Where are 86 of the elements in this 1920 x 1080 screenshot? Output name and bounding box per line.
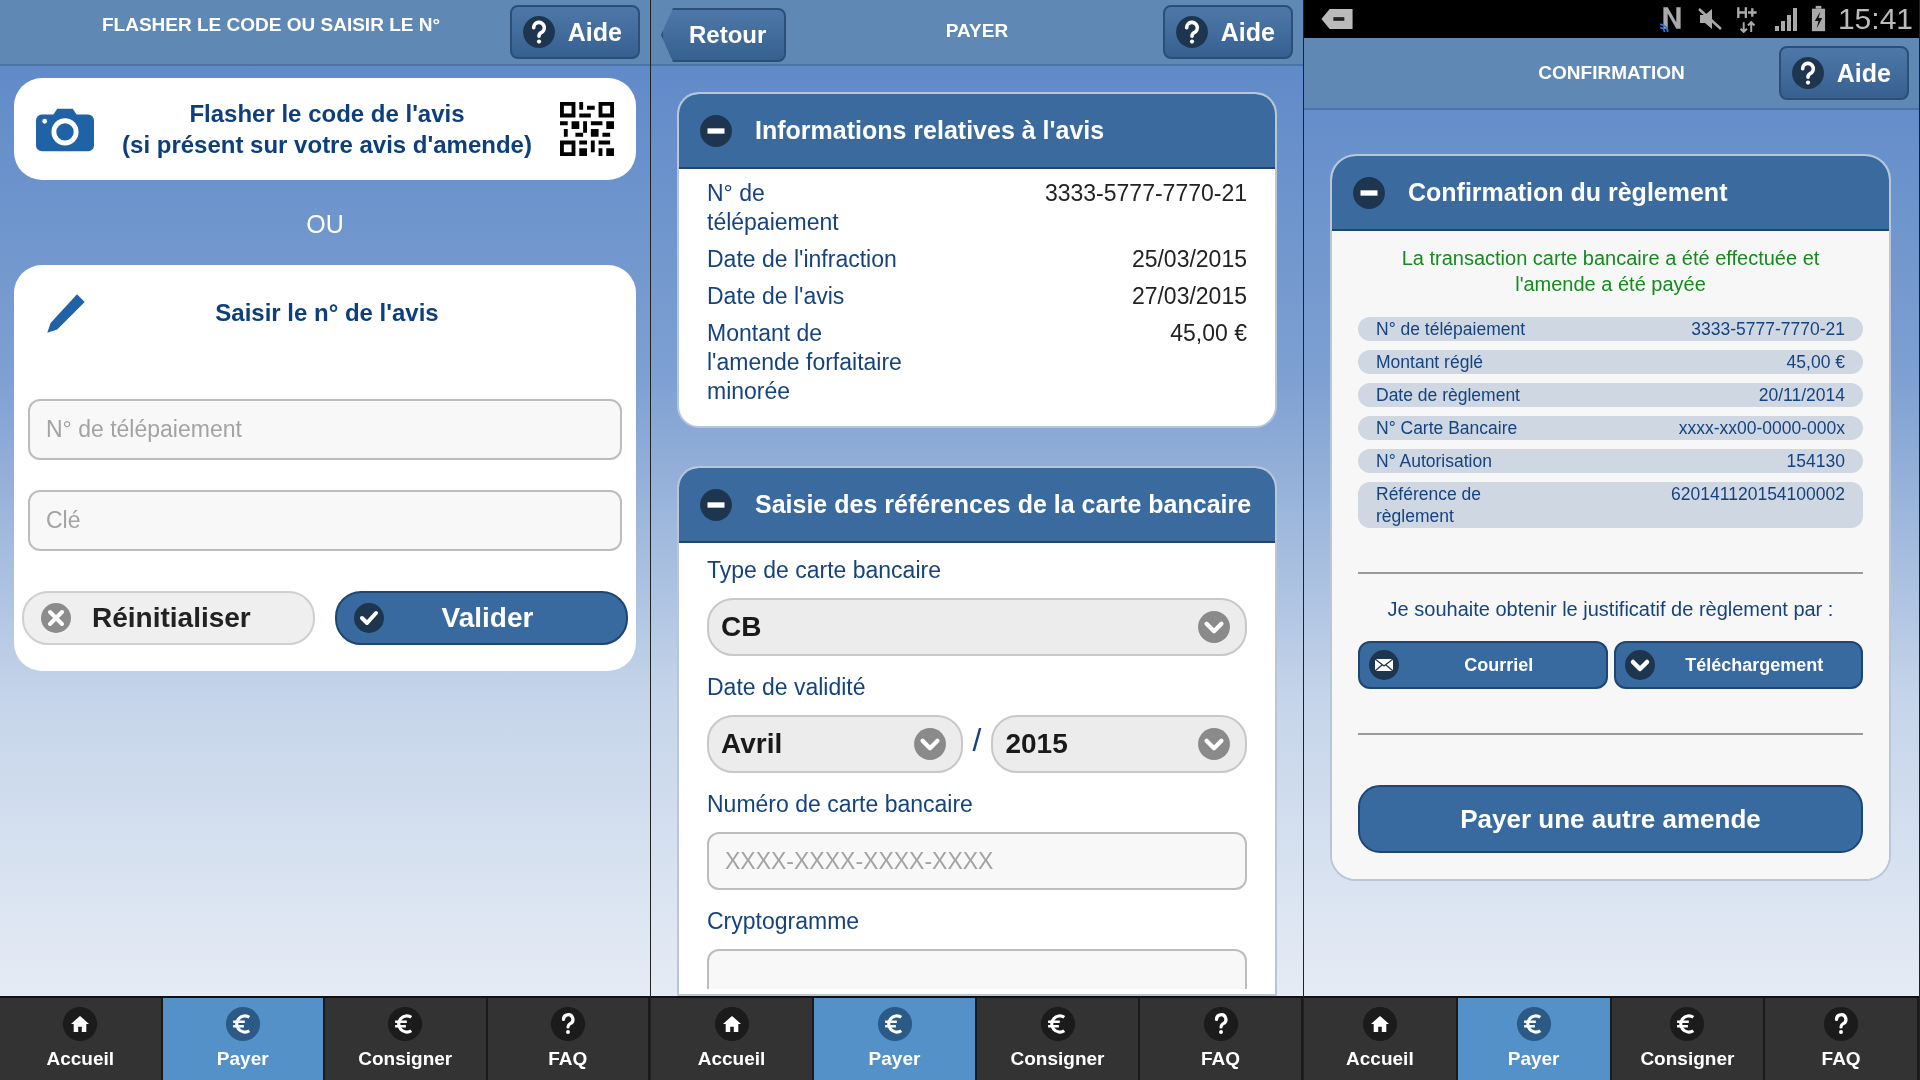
detail-label: Montant réglé <box>1376 351 1484 373</box>
detail-label: N° Autorisation <box>1376 450 1493 472</box>
clock: 15:41 <box>1837 2 1913 36</box>
detail-label: N° Carte Bancaire <box>1376 417 1519 439</box>
envelope-icon <box>1368 649 1400 681</box>
field-label: Numéro de carte bancaire <box>707 791 973 818</box>
back-icon <box>1320 8 1354 30</box>
help-icon <box>1823 1006 1860 1042</box>
collapse-icon[interactable] <box>699 487 733 522</box>
back-button[interactable]: Retour <box>661 8 787 62</box>
detail-label: Date de règlement <box>1376 384 1521 406</box>
info-value: 3333-5777-7770-21 <box>1044 179 1247 208</box>
help-icon <box>1790 56 1825 90</box>
prompt-text: Je souhaite obtenir le justificatif de règlement par : <box>1386 598 1835 621</box>
info-value: 27/03/2015 <box>1131 282 1247 311</box>
receipt-button[interactable]: Téléchargement <box>1613 641 1863 689</box>
help-button[interactable]: Aide <box>509 5 640 59</box>
input-field[interactable]: N° de télépaiement <box>28 399 622 460</box>
help-icon <box>549 1006 586 1042</box>
card-type-dropdown[interactable]: CB <box>707 598 1247 656</box>
detail-value: 45,00 € <box>1786 351 1845 373</box>
scan-subtitle: (si présent sur votre avis d'amende) <box>122 130 532 160</box>
scan-card[interactable]: Flasher le code de l'avis (si présent sur votre avis d'amende) <box>14 78 636 180</box>
mute-icon <box>1696 5 1723 33</box>
screen-title: CONFIRMATION <box>1538 62 1685 84</box>
scan-title: Flasher le code de l'avis <box>189 99 465 129</box>
field-label: Type de carte bancaire <box>707 557 941 584</box>
chevron-down-icon <box>1623 649 1656 681</box>
info-label: Montant de l'amende forfaitaire minorée <box>707 319 902 406</box>
collapse-icon[interactable] <box>1352 175 1386 210</box>
pay-another-button[interactable]: Payer une autre amende <box>1358 785 1863 853</box>
camera-icon <box>36 106 94 152</box>
euro-icon <box>1515 1006 1552 1042</box>
field-label: Cryptogramme <box>707 908 860 935</box>
receipt-button[interactable]: Courriel <box>1358 641 1608 689</box>
help-button[interactable]: Aide <box>1162 5 1293 59</box>
euro-icon <box>876 1006 913 1042</box>
separator-text: OU <box>306 210 344 239</box>
euro-icon <box>387 1006 424 1042</box>
screen-title: PAYER <box>945 20 1009 42</box>
card-number-field[interactable]: XXXX-XXXX-XXXX-XXXX <box>707 832 1247 890</box>
qr-code-icon <box>560 102 614 156</box>
detail-value: 154130 <box>1786 450 1845 472</box>
detail-label: Référence de règlement <box>1376 483 1483 527</box>
detail-value: 3333-5777-7770-21 <box>1691 318 1845 340</box>
panel-header[interactable]: Saisie des références de la carte bancaire <box>679 468 1275 543</box>
year-dropdown[interactable]: 2015 <box>991 715 1247 773</box>
info-value: 25/03/2015 <box>1131 245 1247 274</box>
input-field[interactable]: Clé <box>28 490 622 551</box>
info-label: N° de télépaiement <box>707 179 840 237</box>
chevron-down-icon <box>1197 610 1231 644</box>
euro-icon <box>1669 1006 1706 1042</box>
screen-title: FLASHER LE CODE OU SAISIR LE N° <box>102 14 440 36</box>
euro-icon <box>1039 1006 1076 1042</box>
collapse-icon[interactable] <box>699 113 733 148</box>
detail-value: xxxx-xx00-0000-000x <box>1678 417 1845 439</box>
euro-icon <box>224 1006 261 1042</box>
panel-header[interactable]: Informations relatives à l'avis <box>679 94 1275 169</box>
home-icon <box>713 1006 750 1042</box>
info-label: Date de l'infraction <box>707 245 898 274</box>
info-label: Date de l'avis <box>707 282 846 311</box>
help-icon <box>1174 15 1209 49</box>
field-label: Date de validité <box>707 674 866 701</box>
submit-button[interactable]: Valider <box>335 591 628 645</box>
entry-title: Saisir le n° de l'avis <box>214 299 440 327</box>
date-separator: / <box>972 721 982 760</box>
success-message: La transaction carte bancaire a été effectuée et l'amende a été payée <box>1400 246 1821 297</box>
detail-label: N° de télépaiement <box>1376 318 1526 340</box>
check-icon <box>353 602 385 634</box>
help-icon <box>521 15 556 49</box>
chevron-down-icon <box>912 727 947 761</box>
month-dropdown[interactable]: Avril <box>707 715 963 773</box>
detail-value: 20/11/2014 <box>1758 384 1845 406</box>
signal-icon <box>1772 5 1799 33</box>
reset-button[interactable]: Réinitialiser <box>22 591 315 645</box>
detail-value: 620141120154100002 <box>1671 483 1845 505</box>
home-icon <box>1361 1006 1398 1042</box>
info-value: 45,00 € <box>1170 319 1247 348</box>
help-icon <box>1202 1006 1239 1042</box>
panel-header[interactable]: Confirmation du règlement <box>1332 156 1889 231</box>
home-icon <box>62 1006 99 1042</box>
cvv-field[interactable] <box>707 949 1247 989</box>
chevron-down-icon <box>1197 727 1231 761</box>
close-icon <box>40 602 72 634</box>
battery-icon <box>1810 5 1826 33</box>
help-button[interactable]: Aide <box>1778 46 1909 100</box>
